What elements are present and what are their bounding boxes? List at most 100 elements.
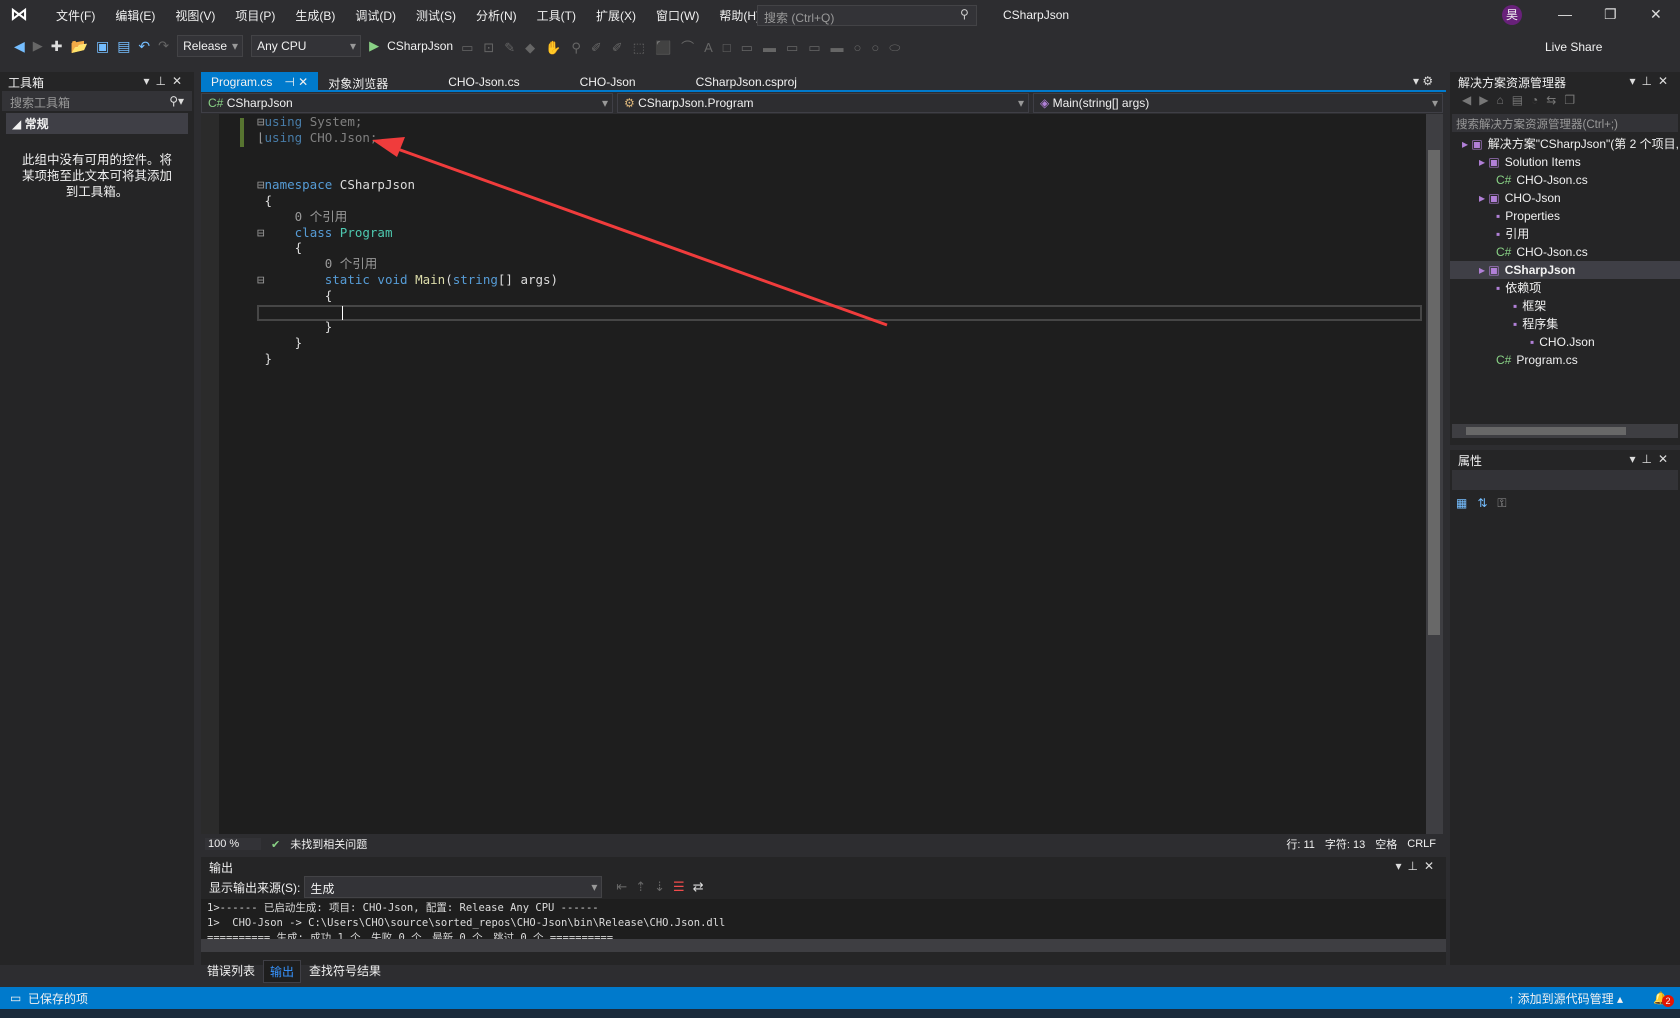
zoom-select[interactable]: 100 % (205, 838, 261, 850)
tree-item[interactable]: ▪ 依赖项 (1450, 279, 1680, 297)
tree-item-icon: C# (1496, 245, 1512, 259)
tree-item-label: CHO.Json (1539, 335, 1595, 349)
menu-item[interactable]: 测试(S) (406, 7, 466, 24)
tab-label: Program.cs (211, 75, 273, 89)
tab-cho-json[interactable]: CHO-Json (570, 72, 646, 90)
menu-item[interactable]: 项目(P) (225, 7, 285, 24)
properties-object-select[interactable] (1452, 470, 1678, 490)
taskbar (0, 1009, 1680, 1018)
tree-item[interactable]: ▪ 框架 (1450, 297, 1680, 315)
menu-item[interactable]: 扩展(X) (586, 7, 646, 24)
configuration-select[interactable]: Release (177, 35, 244, 57)
tree-item[interactable]: ▸ ▣ Solution Items (1450, 153, 1680, 171)
menu-item[interactable]: 分析(N) (466, 7, 527, 24)
output-tools-icon[interactable]: ⇤⇡⇣☰⇄ (616, 879, 711, 895)
output-header: 输出 ▾⊥✕ (209, 859, 1440, 875)
bottom-tab[interactable]: 查找符号结果 (303, 960, 387, 983)
menu-item[interactable]: 窗口(W) (646, 7, 709, 24)
tree-item[interactable]: C# CHO-Json.cs (1450, 171, 1680, 189)
status-bar: ▭ 已保存的项 ↑ 添加到源代码管理 ▴ 🔔 2 (0, 987, 1680, 1009)
solution-toolbar[interactable]: ◀▶⌂▤◔⇆❐ (1450, 90, 1680, 114)
tree-item[interactable]: ▸ ▣ 解决方案"CSharpJson"(第 2 个项目, (1450, 135, 1680, 153)
tab-cho-json-cs[interactable]: CHO-Json.cs (438, 72, 529, 90)
tree-item[interactable]: ▸ ▣ CHO-Json (1450, 189, 1680, 207)
toolbox-search-input[interactable]: 搜索工具箱 ⚲▾ (2, 91, 192, 111)
bottom-tab[interactable]: 错误列表 (201, 960, 261, 983)
member-select[interactable]: ◈ Main(string[] args) (1033, 93, 1443, 113)
notifications-icon[interactable]: 🔔 2 (1653, 991, 1675, 1007)
panel-controls[interactable]: ▾⊥✕ (1395, 859, 1440, 873)
solution-explorer-panel: 解决方案资源管理器 ▾⊥✕ ◀▶⌂▤◔⇆❐ 搜索解决方案资源管理器(Ctrl+;)… (1450, 72, 1680, 445)
tree-item[interactable]: ▪ 程序集 (1450, 315, 1680, 333)
panel-controls[interactable]: ▾⊥✕ (1629, 74, 1674, 88)
new-project-icon[interactable]: ✚ (51, 38, 63, 55)
solution-search-input[interactable]: 搜索解决方案资源管理器(Ctrl+;) (1452, 114, 1678, 132)
tree-item[interactable]: ▪ CHO.Json (1450, 333, 1680, 351)
editor-tabs: Program.cs ⊣ ✕ 对象浏览器 CHO-Json.cs CHO-Json CSh… (201, 72, 1446, 92)
close-button[interactable]: ✕ (1650, 6, 1662, 23)
tree-item[interactable]: C# Program.cs (1450, 351, 1680, 369)
output-horizontal-scrollbar[interactable] (201, 939, 1446, 952)
menu-item[interactable]: 生成(B) (285, 7, 345, 24)
tree-item[interactable]: C# CHO-Json.cs (1450, 243, 1680, 261)
whitespace-mode[interactable]: 空格 (1375, 836, 1397, 852)
tab-list-dropdown-icon[interactable]: ▾ ⚙ (1413, 74, 1433, 88)
toolbox-group-general[interactable]: ◢ 常规 (6, 113, 188, 134)
source-control-button[interactable]: ↑ 添加到源代码管理 ▴ (1508, 990, 1623, 1007)
avatar[interactable]: 昊 (1502, 5, 1522, 25)
menu-item[interactable]: 视图(V) (165, 7, 225, 24)
live-share-button[interactable]: Live Share (1545, 40, 1602, 54)
tree-item-icon: ▸ ▣ (1462, 137, 1483, 151)
menu-item[interactable]: 调试(D) (345, 7, 406, 24)
scrollbar-thumb[interactable] (1428, 150, 1440, 635)
bottom-tab[interactable]: 输出 (263, 960, 302, 983)
editor-status-bar: 100 % ✔ 未找到相关问题 行: 11 字符: 13 空格 CRLF (201, 835, 1446, 853)
tree-item-icon: C# (1496, 353, 1512, 367)
tab-program-cs[interactable]: Program.cs ⊣ ✕ (201, 72, 319, 90)
bottom-tabs: 错误列表 输出 查找符号结果 (201, 960, 387, 983)
menu-item[interactable]: 文件(F) (46, 7, 105, 24)
properties-panel: 属性 ▾⊥✕ ▦⇅⚿ (1450, 450, 1680, 965)
search-input[interactable]: 搜索 (Ctrl+Q) (757, 5, 977, 26)
forward-icon[interactable]: ▶ (33, 38, 43, 54)
save-all-icon[interactable]: ▤ (117, 38, 130, 55)
open-icon[interactable]: 📂 (71, 38, 88, 55)
tab-csharpjson-csproj[interactable]: CSharpJson.csproj (686, 72, 807, 90)
menu-item[interactable]: 编辑(E) (105, 7, 165, 24)
tree-item[interactable]: ▪ 引用 (1450, 225, 1680, 243)
back-icon[interactable]: ◀ (14, 38, 25, 55)
type-select[interactable]: ⚙ CSharpJson.Program (617, 93, 1029, 113)
save-icon[interactable]: ▣ (96, 38, 109, 55)
start-button[interactable]: CSharpJson (387, 39, 453, 53)
code-text: ⊟using System; ⌊using CHO.Json; ⊟namespa… (257, 114, 559, 366)
tree-item-label: CHO-Json.cs (1516, 173, 1588, 187)
toolbox-panel: 工具箱 ▾⊥✕ 搜索工具箱 ⚲▾ ◢ 常规 此组中没有可用的控件。将某项拖至此文本可… (0, 72, 194, 965)
output-source-select[interactable]: 生成 (304, 876, 603, 898)
panel-controls[interactable]: ▾⊥✕ (143, 74, 188, 88)
undo-icon[interactable]: ↶ (138, 38, 150, 55)
tree-item[interactable]: ▸ ▣ CSharpJson (1450, 261, 1680, 279)
panel-controls[interactable]: ▾⊥✕ (1629, 452, 1674, 466)
notification-badge: 2 (1662, 995, 1675, 1007)
issues-status[interactable]: 未找到相关问题 (290, 836, 450, 852)
platform-select[interactable]: Any CPU (251, 35, 362, 57)
tab--[interactable]: 对象浏览器 (318, 72, 398, 91)
pin-close-icon[interactable]: ⊣ ✕ (284, 75, 308, 89)
solution-horizontal-scrollbar[interactable] (1452, 424, 1678, 438)
tree-item-label: CSharpJson (1504, 263, 1576, 277)
char-number: 字符: 13 (1324, 839, 1366, 851)
line-ending[interactable]: CRLF (1407, 838, 1436, 850)
minimize-button[interactable]: — (1558, 6, 1572, 22)
start-icon[interactable]: ▶ (369, 38, 379, 54)
tree-item[interactable]: ▪ Properties (1450, 207, 1680, 225)
project-select[interactable]: C# CSharpJson (201, 93, 613, 113)
toolbox-header: 工具箱 ▾⊥✕ (0, 72, 194, 90)
properties-toolbar[interactable]: ▦⇅⚿ (1450, 492, 1680, 515)
tree-item-icon: ▪ (1496, 281, 1501, 295)
redo-icon[interactable]: ↷ (158, 38, 169, 54)
restore-button[interactable]: ❐ (1604, 6, 1617, 23)
menu-item[interactable]: 工具(T) (527, 7, 586, 24)
navigation-bar: C# CSharpJson ⚙ CSharpJson.Program ◈ Mai… (201, 93, 1446, 113)
output-text[interactable]: 1>------ 已启动生成: 项目: CHO-Json, 配置: Releas… (201, 899, 1446, 939)
solution-explorer-header: 解决方案资源管理器 ▾⊥✕ (1458, 74, 1674, 90)
